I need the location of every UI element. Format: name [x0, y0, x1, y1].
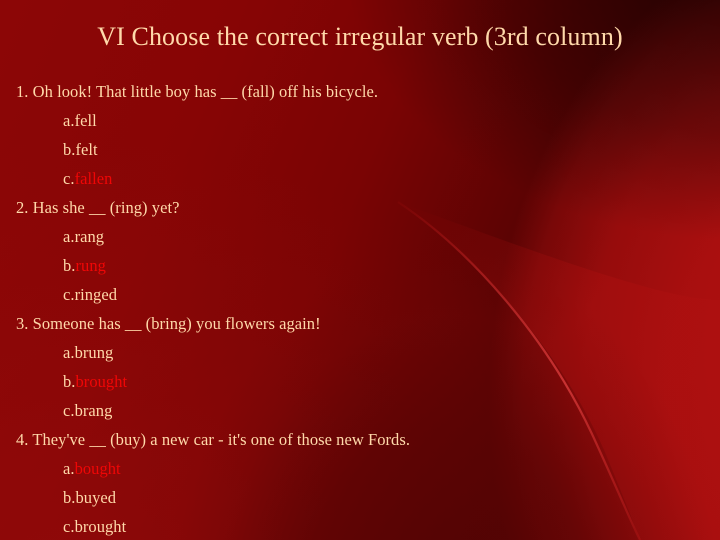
question-group: 3. Someone has __ (bring) you flowers ag… [16, 309, 706, 425]
answer-option[interactable]: a.rang [16, 222, 706, 251]
question-list: 1. Oh look! That little boy has __ (fall… [16, 77, 706, 540]
answer-option-word: rang [74, 227, 105, 246]
answer-option-word: brung [74, 343, 114, 362]
question-text: 4. They've __ (buy) a new car - it's one… [16, 430, 411, 449]
answer-option-letter: a. [63, 111, 75, 130]
question-text: 3. Someone has __ (bring) you flowers ag… [16, 314, 321, 333]
answer-option[interactable]: c.brang [16, 396, 706, 425]
question-group: 4. They've __ (buy) a new car - it's one… [16, 425, 706, 540]
answer-option-letter: a. [63, 227, 75, 246]
answer-option[interactable]: a.brung [16, 338, 706, 367]
slide-content: VI Choose the correct irregular verb (3r… [0, 0, 720, 540]
answer-option-letter: c. [63, 401, 75, 420]
answer-option-word: brought [75, 372, 128, 391]
answer-option-word: brought [74, 517, 127, 536]
question-group: 1. Oh look! That little boy has __ (fall… [16, 77, 706, 193]
answer-option[interactable]: b.buyed [16, 483, 706, 512]
answer-option-letter: a. [63, 459, 75, 478]
answer-option-correct[interactable]: b.rung [16, 251, 706, 280]
answer-option-letter: c. [63, 517, 75, 536]
answer-option-word: fallen [74, 169, 113, 188]
page-title: VI Choose the correct irregular verb (3r… [97, 22, 623, 51]
answer-option-letter: b. [63, 488, 76, 507]
question-text: 2. Has she __ (ring) yet? [16, 198, 180, 217]
answer-option-word: ringed [74, 285, 118, 304]
answer-option-correct[interactable]: c.fallen [16, 164, 706, 193]
answer-option-word: brang [74, 401, 113, 420]
answer-option[interactable]: c.brought [16, 512, 706, 540]
answer-option-letter: b. [63, 372, 76, 391]
answer-option-letter: b. [63, 256, 76, 275]
answer-option-correct[interactable]: b.brought [16, 367, 706, 396]
answer-option-word: fell [74, 111, 97, 130]
question-text: 1. Oh look! That little boy has __ (fall… [16, 82, 379, 101]
answer-option-word: bought [74, 459, 121, 478]
answer-option-correct[interactable]: a.bought [16, 454, 706, 483]
answer-option-word: buyed [75, 488, 117, 507]
answer-option-word: rung [75, 256, 106, 275]
question-group: 2. Has she __ (ring) yet? a.rang b.rung … [16, 193, 706, 309]
answer-option-letter: b. [63, 140, 76, 159]
presentation-slide: VI Choose the correct irregular verb (3r… [0, 0, 720, 540]
answer-option-letter: c. [63, 169, 75, 188]
answer-option-word: felt [75, 140, 98, 159]
answer-option[interactable]: b.felt [16, 135, 706, 164]
answer-option-letter: c. [63, 285, 75, 304]
answer-option-letter: a. [63, 343, 75, 362]
answer-option[interactable]: a.fell [16, 106, 706, 135]
answer-option[interactable]: c.ringed [16, 280, 706, 309]
